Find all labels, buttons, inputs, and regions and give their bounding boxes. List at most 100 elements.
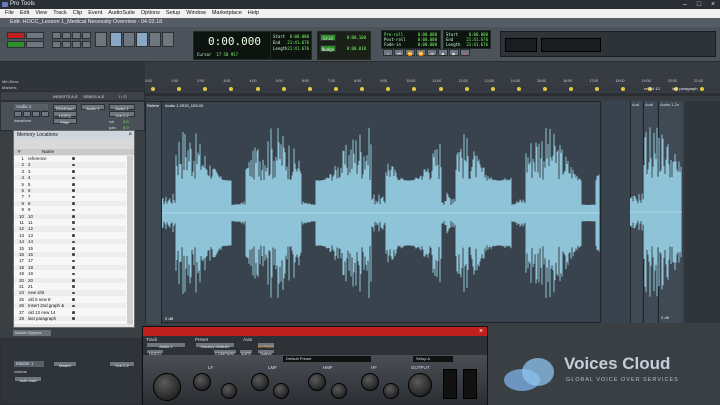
memory-location-row[interactable]: 88 [14, 200, 126, 206]
plugin-track-selector[interactable]: Audio 1 [146, 342, 186, 349]
memory-marker[interactable] [255, 86, 260, 91]
plugin-compare-button[interactable]: COMPARE [213, 349, 237, 356]
master-insert-slot[interactable]: Master [53, 361, 77, 368]
zoom-h-button[interactable] [82, 32, 91, 39]
min-secs-ruler[interactable]: 0:00 1:00 2:00 3:00 4:00 5:00 6:00 7:00 8:00 9:00… [145, 79, 720, 84]
plugin-safe-button[interactable]: SAFE [239, 349, 253, 356]
slip-mode-button[interactable] [7, 41, 25, 48]
memory-marker[interactable] [177, 86, 182, 91]
memory-location-row[interactable]: 15 15 [14, 246, 126, 251]
hf-freq-knob[interactable] [383, 383, 399, 399]
memory-location-row[interactable]: 10 10 [14, 213, 126, 219]
memory-marker[interactable] [412, 86, 417, 91]
zoom-out-button[interactable] [52, 32, 61, 39]
memory-marker[interactable] [333, 86, 338, 91]
maximize-icon[interactable]: □ [692, 0, 706, 9]
memory-location-row[interactable]: 26 Insert 2nd graph & [14, 303, 126, 309]
memory-location-row[interactable]: 25 old 6 new 8 [14, 297, 126, 302]
grid-nudge-display[interactable]: Grid 0:00.100 Nudge 0:00.010 [317, 31, 371, 60]
hmf-freq-knob[interactable] [331, 383, 347, 399]
menu-edit[interactable]: Edit [17, 9, 32, 18]
menu-view[interactable]: View [32, 9, 50, 18]
send-slot-1[interactable]: Audio 1 [81, 104, 105, 111]
memory-locations-scrollbar[interactable] [127, 156, 133, 324]
memory-marker[interactable] [569, 86, 574, 91]
memory-location-row[interactable]: 33 [14, 169, 126, 174]
insert-slot-2[interactable]: HGEQ [53, 111, 77, 118]
close-icon[interactable]: × [479, 327, 483, 336]
menu-event[interactable]: Event [85, 9, 105, 18]
memory-marker[interactable] [490, 86, 495, 91]
menu-file[interactable]: File [2, 9, 17, 18]
minimize-icon[interactable]: – [678, 0, 692, 9]
memory-marker[interactable] [281, 86, 286, 91]
memory-location-row[interactable]: 13 13 [14, 233, 126, 238]
hmf-gain-knob[interactable] [308, 373, 326, 391]
right-clip-gain[interactable]: 0 dB [661, 315, 669, 320]
memory-location-row[interactable]: 22 [14, 162, 126, 168]
track-name[interactable]: Audio 1 [14, 104, 48, 110]
pencil-tool-icon[interactable] [162, 32, 174, 47]
record-mode-button[interactable] [7, 32, 25, 39]
memory-location-row[interactable]: 55 [14, 182, 126, 187]
input-mode-button[interactable] [26, 32, 44, 39]
memory-location-row[interactable]: 18 18 [14, 264, 126, 270]
zoom-preset-4[interactable] [82, 41, 91, 48]
memory-marker[interactable] [360, 86, 365, 91]
return-to-zero-button[interactable]: ⏮ [394, 49, 404, 56]
menu-window[interactable]: Window [183, 9, 209, 18]
zoom-preset-2[interactable] [62, 41, 71, 48]
transport-selection-display[interactable]: Start 0:00.000 End 21:41.676 Length 21:4… [443, 30, 491, 49]
grid-mode-button[interactable] [26, 41, 44, 48]
master-output-selector[interactable]: Out 1-2 [109, 361, 135, 368]
memory-marker[interactable] [543, 86, 548, 91]
vol-value[interactable]: 0.0 [123, 119, 129, 124]
memory-marker[interactable] [699, 86, 704, 91]
trim-tool-icon[interactable] [110, 32, 122, 47]
insert-slot-1[interactable]: RDeEsser [53, 104, 77, 111]
reference-clip[interactable]: Refere [146, 102, 162, 324]
memory-marker[interactable] [229, 86, 234, 91]
play-button[interactable]: ▶ [449, 49, 459, 56]
track-audio-1-header[interactable]: Audio 1 waveform RDeEsser HGEQ Filter Au… [0, 101, 145, 131]
grabber-tool-icon[interactable] [136, 32, 148, 47]
memory-location-row[interactable]: 20 20 [14, 277, 126, 283]
output-knob[interactable] [408, 373, 432, 397]
memory-location-row[interactable]: 14 14 [14, 239, 126, 245]
menu-audiosuite[interactable]: AudioSuite [105, 9, 138, 18]
plugin-window[interactable]: × Track Preset Auto Audio 1 <factory def… [142, 326, 488, 405]
memory-location-row[interactable]: 19 19 [14, 271, 126, 276]
zoomer-tool-icon[interactable] [95, 32, 107, 47]
lf-freq-knob[interactable] [221, 383, 237, 399]
memory-location-row[interactable]: 17 17 [14, 258, 126, 263]
track-mute-button[interactable] [41, 111, 49, 117]
marker-last-paragraph[interactable]: last paragraph [672, 86, 698, 91]
master-track-header[interactable]: Master 1 volume auto read Master Out 1-2 [0, 338, 142, 405]
track-record-button[interactable] [14, 111, 22, 117]
memory-location-row[interactable]: 99 [14, 207, 126, 212]
memory-locations-window[interactable]: Memory Locations × # Name 1 reference 2 2 3 3… [13, 130, 135, 328]
master-automation-mode[interactable]: auto read [14, 376, 42, 383]
memory-location-row[interactable]: 28 last paragraph [14, 316, 126, 322]
master-bypass-label[interactable]: Master Bypass [13, 330, 51, 336]
plugin-titlebar[interactable]: × [143, 327, 487, 336]
hf-gain-knob[interactable] [361, 373, 379, 391]
memory-location-row[interactable]: 77 [14, 194, 126, 199]
memory-marker[interactable] [621, 86, 626, 91]
menu-options[interactable]: Options [138, 9, 163, 18]
memory-marker[interactable] [438, 86, 443, 91]
track-view-selector[interactable]: waveform [14, 118, 44, 124]
clip-gain[interactable]: 0 dB [165, 316, 173, 321]
rewind-button[interactable]: ⏪ [405, 49, 415, 56]
track-input-selector[interactable]: Audio 1 [109, 104, 135, 111]
memory-location-row[interactable]: 24 new shit [14, 290, 126, 296]
menu-help[interactable]: Help [245, 9, 262, 18]
online-button[interactable]: ○ [383, 49, 393, 56]
close-icon[interactable]: × [706, 0, 720, 9]
lmf-gain-knob[interactable] [251, 373, 269, 391]
go-to-end-button[interactable]: ⏭ [427, 49, 437, 56]
zoom-v-button[interactable] [72, 32, 81, 39]
zoom-preset-3[interactable] [72, 41, 81, 48]
close-icon[interactable]: × [128, 131, 132, 139]
fast-forward-button[interactable]: ⏩ [416, 49, 426, 56]
